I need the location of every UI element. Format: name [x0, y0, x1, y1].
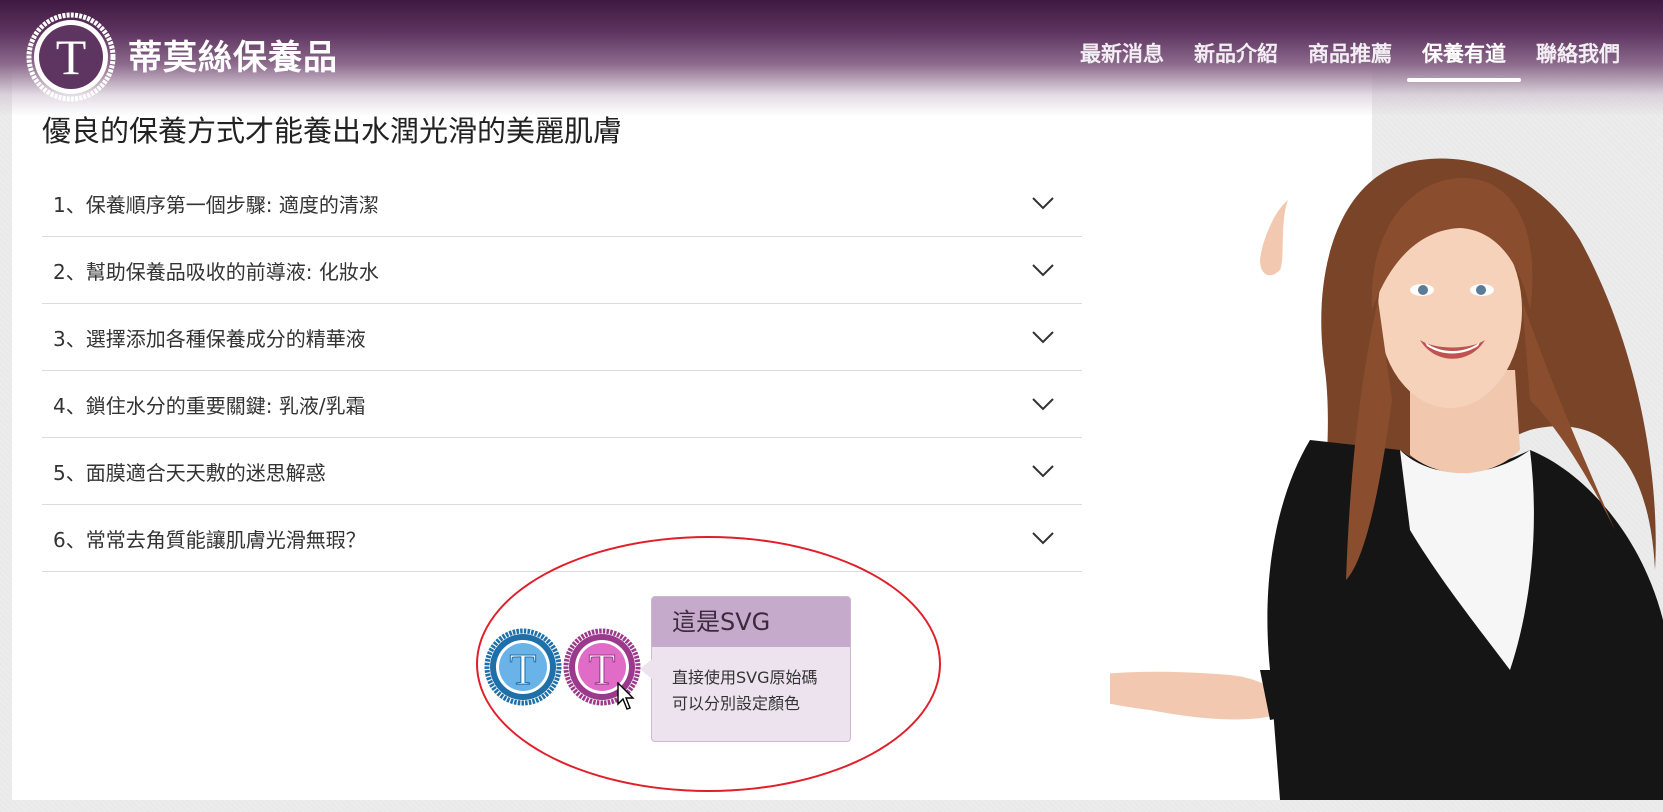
nav-item-recommendations[interactable]: 商品推薦	[1293, 38, 1407, 68]
svg-text:T: T	[510, 645, 537, 694]
accordion-item[interactable]: 1、保養順序第一個步驟: 適度的清潔	[42, 170, 1082, 237]
nav-item-skincare-tips[interactable]: 保養有道	[1407, 38, 1521, 82]
site-title[interactable]: 蒂莫絲保養品	[128, 30, 338, 79]
accordion-item-label: 6、常常去角質能讓肌膚光滑無瑕？	[53, 527, 366, 552]
page-title: 優良的保養方式才能養出水潤光滑的美麗肌膚	[42, 114, 623, 148]
svg-text:T: T	[56, 29, 87, 85]
chevron-down-icon[interactable]	[1030, 324, 1056, 350]
svg-tooltip: 這是SVG 直接使用SVG原始碼 可以分別設定顏色	[640, 596, 851, 742]
accordion-item-label: 3、選擇添加各種保養成分的精華液	[53, 326, 366, 351]
accordion-item[interactable]: 3、選擇添加各種保養成分的精華液	[42, 304, 1082, 371]
chevron-down-icon[interactable]	[1030, 525, 1056, 551]
faq-accordion: 1、保養順序第一個步驟: 適度的清潔 2、幫助保養品吸收的前導液: 化妝水 3、…	[42, 170, 1082, 572]
t-circle-logo-icon[interactable]: T	[484, 628, 562, 706]
accordion-item[interactable]: 5、面膜適合天天敷的迷思解惑	[42, 438, 1082, 505]
chevron-down-icon[interactable]	[1030, 190, 1056, 216]
woman-photo	[1110, 158, 1663, 800]
accordion-item[interactable]: 4、鎖住水分的重要關鍵: 乳液/乳霜	[42, 371, 1082, 438]
nav-item-new-products[interactable]: 新品介紹	[1179, 38, 1293, 68]
accordion-item[interactable]: 6、常常去角質能讓肌膚光滑無瑕？	[42, 505, 1082, 572]
svg-text:T: T	[589, 645, 616, 694]
tooltip-line: 可以分別設定顏色	[672, 694, 801, 713]
t-circle-logo-icon[interactable]: T	[26, 12, 116, 102]
accordion-item[interactable]: 2、幫助保養品吸收的前導液: 化妝水	[42, 237, 1082, 304]
tooltip-body: 直接使用SVG原始碼 可以分別設定顏色	[652, 647, 850, 717]
chevron-down-icon[interactable]	[1030, 458, 1056, 484]
accordion-item-label: 4、鎖住水分的重要關鍵: 乳液/乳霜	[53, 393, 366, 418]
nav-item-latest-news[interactable]: 最新消息	[1065, 38, 1179, 68]
chevron-down-icon[interactable]	[1030, 257, 1056, 283]
chevron-down-icon[interactable]	[1030, 391, 1056, 417]
main-nav: 最新消息 新品介紹 商品推薦 保養有道 聯絡我們	[1065, 38, 1635, 82]
nav-item-contact-us[interactable]: 聯絡我們	[1521, 38, 1635, 68]
site-header: T 蒂莫絲保養品 最新消息 新品介紹 商品推薦 保養有道 聯絡我們	[0, 0, 1663, 116]
accordion-item-label: 2、幫助保養品吸收的前導液: 化妝水	[53, 259, 379, 284]
cursor-arrow-icon	[617, 682, 635, 710]
tooltip-line: 直接使用SVG原始碼	[672, 668, 818, 687]
tooltip-title: 這是SVG	[652, 597, 850, 647]
accordion-item-label: 1、保養順序第一個步驟: 適度的清潔	[53, 192, 379, 217]
accordion-item-label: 5、面膜適合天天敷的迷思解惑	[53, 460, 326, 485]
